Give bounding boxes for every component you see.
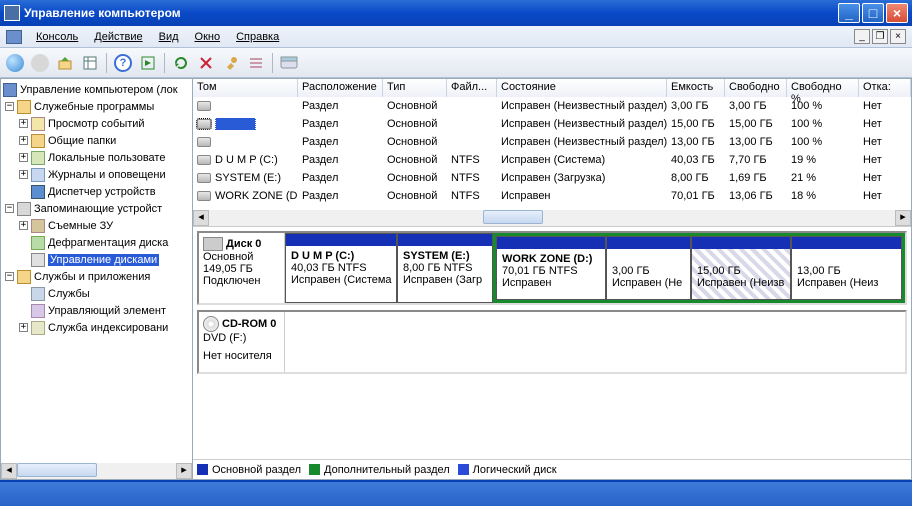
up-button[interactable] [54, 52, 76, 74]
disk-view-button[interactable] [278, 52, 300, 74]
menu-window[interactable]: Окно [187, 28, 229, 46]
partition-d[interactable]: WORK ZONE (D:)70,01 ГБ NTFSИсправен [496, 236, 606, 300]
tree[interactable]: Управление компьютером (лок −Служебные п… [1, 79, 192, 463]
extended-partition: WORK ZONE (D:)70,01 ГБ NTFSИсправен 3,00… [493, 233, 905, 303]
close-button[interactable]: × [886, 3, 908, 23]
tree-event-viewer[interactable]: +Просмотр событий [1, 115, 192, 132]
col-fault[interactable]: Отка: [859, 79, 911, 97]
mdi-close-button[interactable]: × [890, 29, 906, 44]
legend-extended: Дополнительный раздел [309, 464, 450, 476]
col-state[interactable]: Состояние [497, 79, 667, 97]
volume-row[interactable]: SYSTEM (E:)РазделОсновнойNTFSИсправен (З… [193, 169, 911, 187]
disk0-info: Диск 0 Основной 149,05 ГБ Подключен [199, 233, 285, 303]
volume-list: Том Расположение Тип Файл... Состояние Е… [193, 79, 911, 227]
tree-defrag[interactable]: Дефрагментация диска [1, 234, 192, 251]
disk-icon [203, 237, 223, 251]
vol-scroll-left[interactable]: ◂ [193, 210, 209, 226]
settings-button[interactable] [220, 52, 242, 74]
vol-scroll-right[interactable]: ▸ [895, 210, 911, 226]
bottom-frame [0, 482, 912, 506]
menu-action[interactable]: Действие [86, 28, 150, 46]
help-button[interactable]: ? [112, 52, 134, 74]
forward-button [29, 52, 51, 74]
col-volume[interactable]: Том [193, 79, 298, 97]
col-pct[interactable]: Свободно % [787, 79, 859, 97]
tree-root[interactable]: Управление компьютером (лок [1, 81, 192, 98]
cdrom-row[interactable]: CD-ROM 0 DVD (F:) Нет носителя [197, 310, 907, 374]
volume-row[interactable]: РазделОсновнойИсправен (Неизвестный разд… [193, 97, 911, 115]
volume-header[interactable]: Том Расположение Тип Файл... Состояние Е… [193, 79, 911, 97]
toolbar: ? [0, 48, 912, 78]
maximize-button[interactable]: □ [862, 3, 884, 23]
tree-local-users[interactable]: +Локальные пользовате [1, 149, 192, 166]
tree-pane: Управление компьютером (лок −Служебные п… [0, 78, 193, 480]
menu-view[interactable]: Вид [151, 28, 187, 46]
col-cap[interactable]: Емкость [667, 79, 725, 97]
tree-indexing[interactable]: +Служба индексировани [1, 319, 192, 336]
tree-hscroll[interactable]: ◂ ▸ [1, 463, 192, 479]
scroll-right-button[interactable]: ▸ [176, 463, 192, 479]
back-button[interactable] [4, 52, 26, 74]
legend: Основной раздел Дополнительный раздел Ло… [193, 459, 911, 479]
volume-hscroll[interactable]: ◂ ▸ [193, 210, 911, 226]
tree-perf-logs[interactable]: +Журналы и оповещени [1, 166, 192, 183]
partition-15gb[interactable]: 15,00 ГБИсправен (Неизв [691, 236, 791, 300]
col-type[interactable]: Тип [383, 79, 447, 97]
menubar: Консоль Действие Вид Окно Справка _ ❐ × [0, 26, 912, 48]
partition-13gb[interactable]: 13,00 ГБИсправен (Неиз [791, 236, 902, 300]
volume-row[interactable]: РазделОсновнойИсправен (Неизвестный разд… [193, 133, 911, 151]
window-title: Управление компьютером [24, 6, 836, 20]
mdi-minimize-button[interactable]: _ [854, 29, 870, 44]
tree-disk-mgmt[interactable]: Управление дисками [1, 251, 192, 268]
col-layout[interactable]: Расположение [298, 79, 383, 97]
properties-button[interactable] [79, 52, 101, 74]
mdi-restore-button[interactable]: ❐ [872, 29, 888, 44]
app-icon [4, 5, 20, 21]
legend-logical: Логический диск [458, 464, 557, 476]
mmc-icon [6, 30, 22, 44]
partition-c[interactable]: D U M P (C:)40,03 ГБ NTFSИсправен (Систе… [285, 233, 397, 303]
list-view-button[interactable] [245, 52, 267, 74]
disk0-row[interactable]: Диск 0 Основной 149,05 ГБ Подключен D U … [197, 231, 907, 305]
vol-scroll-thumb[interactable] [483, 210, 543, 224]
titlebar: Управление компьютером _ □ × [0, 0, 912, 26]
menu-console[interactable]: Консоль [28, 28, 86, 46]
tree-services-apps[interactable]: −Службы и приложения [1, 268, 192, 285]
scroll-left-button[interactable]: ◂ [1, 463, 17, 479]
action-button[interactable] [137, 52, 159, 74]
volume-row[interactable]: WORK ZONE (D:)РазделОсновнойNTFSИсправен… [193, 187, 911, 205]
legend-primary: Основной раздел [197, 464, 301, 476]
disk-graphical-view: Диск 0 Основной 149,05 ГБ Подключен D U … [193, 227, 911, 459]
cdrom-icon [203, 316, 219, 332]
refresh-button[interactable] [170, 52, 192, 74]
tree-shared-folders[interactable]: +Общие папки [1, 132, 192, 149]
partition-e[interactable]: SYSTEM (E:)8,00 ГБ NTFSИсправен (Загр [397, 233, 493, 303]
tree-wmi[interactable]: Управляющий элемент [1, 302, 192, 319]
cdrom-info: CD-ROM 0 DVD (F:) Нет носителя [199, 312, 285, 372]
content-pane: Том Расположение Тип Файл... Состояние Е… [193, 78, 912, 480]
tree-storage[interactable]: −Запоминающие устройст [1, 200, 192, 217]
delete-button[interactable] [195, 52, 217, 74]
volume-row[interactable]: РазделОсновнойИсправен (Неизвестный разд… [193, 115, 911, 133]
col-free[interactable]: Свободно [725, 79, 787, 97]
partition-3gb[interactable]: 3,00 ГБИсправен (Не [606, 236, 691, 300]
menu-help[interactable]: Справка [228, 28, 287, 46]
col-fs[interactable]: Файл... [447, 79, 497, 97]
tree-removable[interactable]: +Съемные ЗУ [1, 217, 192, 234]
minimize-button[interactable]: _ [838, 3, 860, 23]
tree-device-manager[interactable]: Диспетчер устройств [1, 183, 192, 200]
scroll-thumb[interactable] [17, 463, 97, 477]
tree-system-tools[interactable]: −Служебные программы [1, 98, 192, 115]
volume-row[interactable]: D U M P (C:)РазделОсновнойNTFSИсправен (… [193, 151, 911, 169]
tree-services[interactable]: Службы [1, 285, 192, 302]
